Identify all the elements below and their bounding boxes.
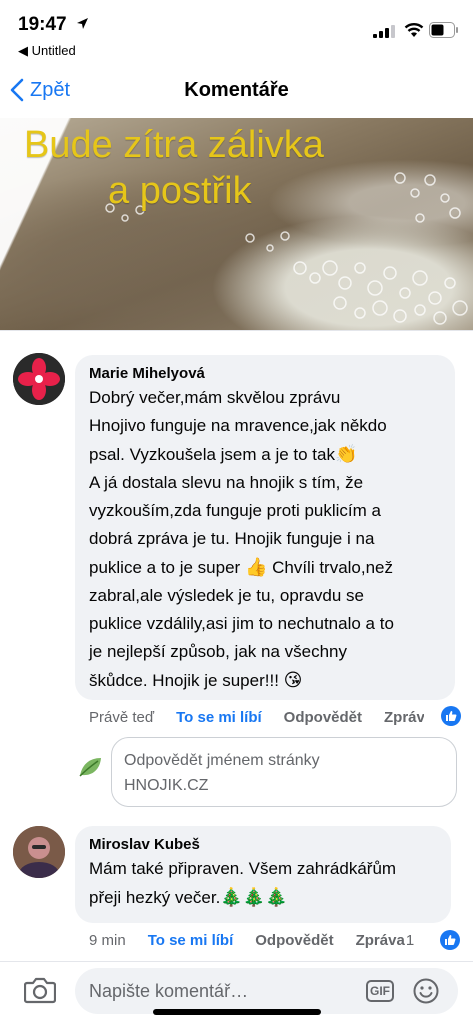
comment-text: Mám také připraven. Všem zahrádkářům pře…: [89, 855, 437, 912]
like-count: 1: [405, 932, 415, 949]
divider: [0, 330, 473, 331]
cellular-signal-icon: [373, 25, 395, 38]
reply-as-page-input[interactable]: Odpovědět jménem stránky HNOJIK.CZ: [111, 737, 457, 807]
comment-line: přeji hezký večer.🎄🎄🎄: [89, 883, 437, 912]
comment-line: Dobrý večer,mám skvělou zprávu: [89, 388, 341, 407]
image-caption-line-2: a postřik: [108, 170, 252, 212]
comment-line: dobrá zpráva je tu. Hnojik funguje i na: [89, 529, 375, 548]
comment-line: puklice vzdálily,asi jim to nechutnalo a…: [89, 614, 394, 633]
thumbs-up-emoji: 👍: [244, 557, 268, 577]
like-reaction-badge[interactable]: [440, 930, 460, 950]
comment-line: vyzkouším,zda funguje proti puklicím a: [89, 501, 381, 520]
kiss-face-emoji: 😘: [283, 670, 303, 690]
avatar-marie[interactable]: [13, 353, 65, 405]
home-indicator: [153, 1009, 321, 1015]
comment-composer-input[interactable]: Napište komentář… GIF: [75, 968, 458, 1014]
status-bar: 19:47 ◀ Untitled: [0, 0, 473, 64]
camera-icon[interactable]: [24, 976, 56, 1004]
comment-time: 9 min: [89, 932, 126, 949]
comment-line: Hnojivo funguje na mravence,jak někdo: [89, 416, 387, 435]
composer-divider: [0, 961, 473, 962]
avatar-miroslav[interactable]: [13, 826, 65, 878]
comment-author[interactable]: Miroslav Kubeš: [89, 836, 437, 853]
reply-placeholder-line-1: Odpovědět jménem stránky: [124, 752, 320, 769]
comment-actions: Právě teď To se mi líbí Odpovědět Zpráva: [89, 709, 424, 726]
comment-line: škůdce. Hnojik je super!!! 😘: [89, 666, 441, 695]
composer-placeholder: Napište komentář…: [89, 981, 249, 1001]
comment-line: Mám také připraven. Všem zahrádkářům: [89, 859, 397, 878]
emoji-icon[interactable]: [413, 978, 439, 1004]
page-title: Komentáře: [184, 79, 289, 101]
wreath-emoji: 🎄🎄🎄: [220, 887, 288, 907]
comment-actions: 9 min To se mi líbí Odpovědět Zpráva 1: [89, 932, 414, 949]
image-caption-line-1: Bude zítra zálivka: [24, 124, 324, 166]
status-time: 19:47: [18, 14, 67, 35]
leaf-page-icon: [79, 758, 101, 777]
battery-icon: [429, 22, 458, 38]
comment-line: psal. Vyzkoušela jsem a je to tak👏: [89, 440, 441, 469]
comment-time: Právě teď: [89, 709, 155, 726]
comment-author[interactable]: Marie Mihelyová: [89, 365, 441, 382]
reply-button[interactable]: Odpovědět: [284, 709, 362, 726]
back-to-app-link[interactable]: ◀ Untitled: [18, 43, 76, 59]
location-arrow-icon: [77, 18, 88, 29]
thumbs-up-icon: [446, 711, 457, 721]
comment-bubble[interactable]: Marie Mihelyová Dobrý večer,mám skvělou …: [75, 355, 455, 700]
thumbs-up-icon: [445, 935, 456, 945]
comment-bubble[interactable]: Miroslav Kubeš Mám také připraven. Všem …: [75, 826, 451, 923]
flower-photo-icon: [13, 353, 65, 405]
wifi-icon: [404, 23, 424, 37]
like-button[interactable]: To se mi líbí: [148, 932, 234, 949]
gif-button[interactable]: GIF: [366, 980, 394, 1002]
person-photo-icon: [13, 826, 65, 878]
reply-button[interactable]: Odpovědět: [255, 932, 333, 949]
like-reaction-badge[interactable]: [441, 706, 461, 726]
reply-placeholder-line-2: HNOJIK.CZ: [124, 777, 209, 794]
message-button[interactable]: Zpráva: [384, 709, 424, 726]
clapping-hands-emoji: 👏: [335, 444, 358, 464]
comment-line: je nejlepší způsob, jak na všechny: [89, 642, 347, 661]
navigation-bar: Zpět Komentáře: [0, 64, 473, 118]
message-button[interactable]: Zpráva: [356, 932, 405, 949]
comment-line: zabral,ale výsledek je tu, opravdu se: [89, 586, 364, 605]
like-button[interactable]: To se mi líbí: [176, 709, 262, 726]
comment-line: puklice a to je super 👍 Chvíli trvalo,ne…: [89, 553, 441, 582]
comment-line: A já dostala slevu na hnojik s tím, že: [89, 473, 364, 492]
comment-text: Dobrý večer,mám skvělou zprávu Hnojivo f…: [89, 384, 441, 695]
